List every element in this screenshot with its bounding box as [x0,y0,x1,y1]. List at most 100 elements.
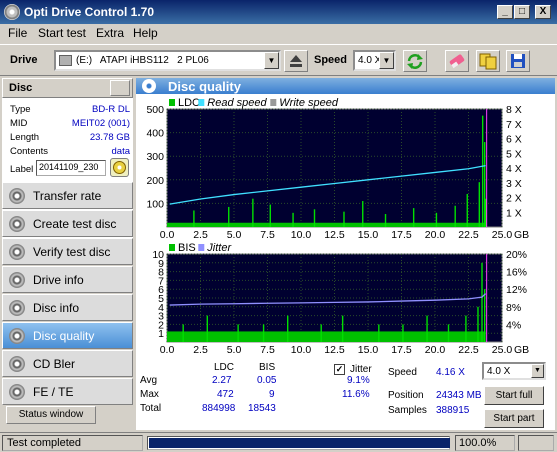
data-bar [292,212,294,227]
bar-baseline [167,331,486,342]
y-tick-label: 100 [146,198,164,210]
y2-tick-label: 16% [506,267,527,279]
disc-icon [9,384,25,400]
length-label: Length [10,132,40,143]
data-bar [252,198,254,227]
x-tick-label: 5.0 [227,229,242,241]
x-tick-label: 15.0 [358,344,379,356]
nav-transfer-rate[interactable]: Transfer rate [2,182,133,209]
data-bar [481,115,484,227]
chevron-down-icon[interactable]: ▼ [531,364,544,378]
disc-icon [9,188,25,204]
data-bar [320,324,322,342]
length-value: 23.78 GB [89,132,130,143]
left-panel: Disc Type BD-R DL MID MEIT02 (001) Lengt… [2,78,133,430]
minimize-button[interactable]: _ [497,5,513,19]
menu-extra[interactable]: Extra [96,26,124,40]
y-tick-label: 200 [146,175,164,187]
erase-button[interactable] [445,50,469,72]
menu-help[interactable]: Help [133,26,158,40]
y-tick-label: 400 [146,128,164,140]
y2-tick-label: 8 X [506,104,522,116]
y2-tick-label: 1 X [506,207,522,219]
legend-label: Write speed [279,97,339,109]
data-bar [378,324,380,342]
max-jitter: 11.6% [342,389,370,400]
position-value: 24343 MB [436,390,482,401]
data-bar [269,204,271,227]
disc-header: Disc [2,78,133,98]
read-label-button[interactable] [110,158,129,177]
data-bar [287,315,289,342]
disc-header-button[interactable] [110,80,130,96]
y2-tick-label: 4 X [506,163,522,175]
y2-tick-label: 8% [506,302,521,314]
status-window-button[interactable]: Status window [6,406,96,424]
toolbar: Drive (E:) ATAPI iHBS112 2 PL06 ▼ Speed … [0,44,557,76]
drive-select[interactable]: (E:) ATAPI iHBS112 2 PL06 ▼ [54,50,281,71]
nav-disc-quality[interactable]: Disc quality [2,322,133,349]
maximize-button[interactable]: □ [514,5,530,19]
drive-icon [59,55,72,66]
jitter-checkbox[interactable]: ✓ [334,364,345,375]
chart-1: LDC Read speed Write speed 0.0 2.5 5.0 7.5 10.0… [146,97,529,241]
data-bar [466,193,468,227]
save-button[interactable] [506,50,530,72]
menu-file[interactable]: File [8,26,27,40]
disc-quality-icon [142,79,156,93]
nav-label: FE / TE [33,385,74,399]
legend-swatch [169,244,175,251]
copy-button[interactable] [476,50,500,72]
bar-baseline [167,222,486,227]
chevron-down-icon[interactable]: ▼ [264,52,279,69]
start-part-button[interactable]: Start part [484,409,544,428]
nav-verify-test-disc[interactable]: Verify test disc [2,238,133,265]
resize-grip[interactable] [518,435,554,451]
y2-tick-label: 3 X [506,178,522,190]
data-bar [182,324,184,342]
menu-start-test[interactable]: Start test [38,26,86,40]
data-bar [435,212,438,227]
x-tick-label: 22.5 [458,344,479,356]
nav-disc-info[interactable]: Disc info [2,294,133,321]
data-bar [362,201,364,227]
avg-bis: 0.05 [257,375,277,386]
chevron-down-icon[interactable]: ▼ [379,52,394,69]
speed-label: Speed [314,54,348,66]
nav-create-test-disc[interactable]: Create test disc [2,210,133,237]
x-tick-label: 15.0 [358,229,379,241]
label-input[interactable]: 20141109_230 [36,160,106,176]
legend-label: Read speed [207,97,267,109]
panel-header: Disc quality [136,78,555,94]
data-bar [341,315,344,342]
refresh-button[interactable] [403,50,427,72]
max-bis: 9 [269,389,275,400]
start-full-button[interactable]: Start full [484,386,544,405]
plot-area [166,108,503,228]
nav-drive-info[interactable]: Drive info [2,266,133,293]
progress-percent: 100.0% [455,435,515,451]
x-tick-label: 25.0 [492,229,513,241]
progress-fill [149,438,450,448]
x-tick-label: 12.5 [324,229,345,241]
title-bar: Opti Drive Control 1.70 _ □ X [0,0,557,24]
x-tick-label: 0.0 [160,229,175,241]
eject-button[interactable] [284,50,308,72]
samples-label: Samples [388,405,427,416]
window-title: Opti Drive Control 1.70 [24,5,155,19]
nav-fe-te[interactable]: FE / TE [2,378,133,405]
close-button[interactable]: X [535,5,551,19]
y2-tick-label: 2 X [506,193,522,205]
x-tick-label: 17.5 [391,229,412,241]
contents-label: Contents [10,146,49,157]
y2-tick-label: 12% [506,284,527,296]
x-tick-label: 25.0 [492,344,513,356]
data-bar [402,324,404,342]
nav-label: Disc quality [33,329,95,343]
nav-cd-bler[interactable]: CD Bler [2,350,133,377]
data-bar [465,315,467,342]
x-tick-label: 2.5 [193,229,208,241]
chart-2: BIS Jitter 0.0 2.5 5.0 7.5 10.0 12.5 15.0 17.5 20.… [152,242,529,356]
speed-select[interactable]: 4.0 X ▼ [353,50,396,71]
test-speed-select[interactable]: 4.0 X ▼ [482,362,546,380]
